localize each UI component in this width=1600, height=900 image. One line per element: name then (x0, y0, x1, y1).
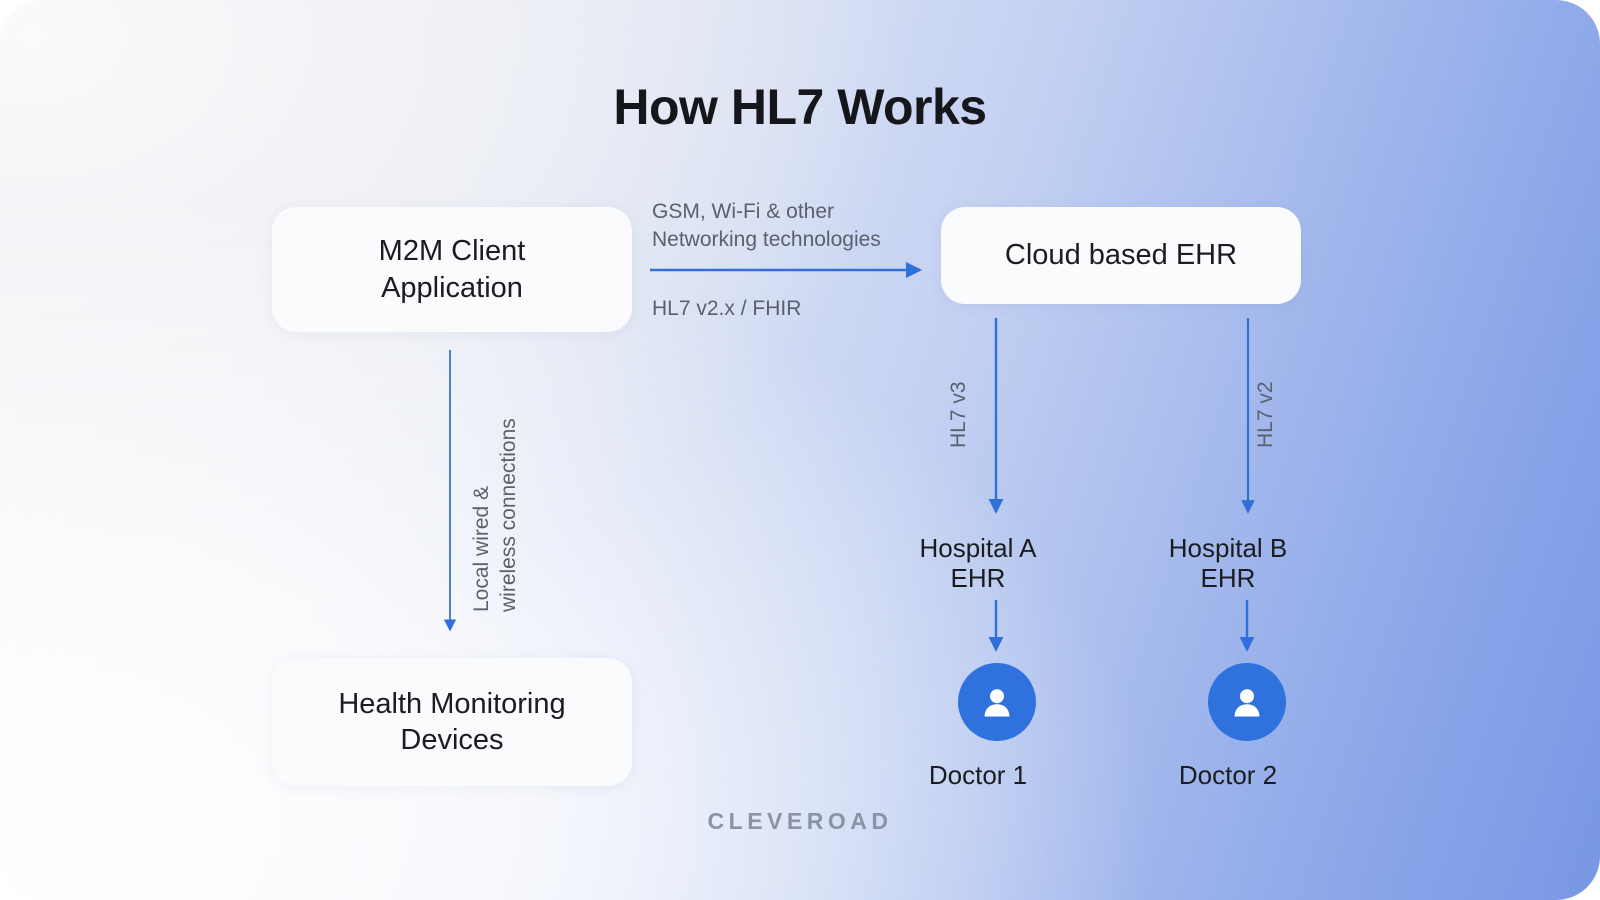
person-icon (1227, 682, 1267, 722)
node-m2m-client-application: M2M Client Application (272, 207, 632, 332)
person-icon (977, 682, 1017, 722)
edge-label-hl7-v3: HL7 v3 (947, 381, 970, 448)
page-title: How HL7 Works (613, 79, 987, 135)
edge-label-local-wired-wireless: Local wired & wireless connections (470, 418, 521, 612)
edge-label-networking-technologies: GSM, Wi-Fi & other Networking technologi… (652, 200, 881, 251)
doctor-2-avatar (1208, 663, 1286, 741)
node-hospital-b-ehr: Hospital B EHR (1168, 533, 1288, 594)
node-doctor-1-label: Doctor 1 (928, 760, 1028, 790)
doctor-1-avatar (958, 663, 1036, 741)
node-cloud-based-ehr: Cloud based EHR (941, 207, 1301, 304)
diagram-canvas: How HL7 Works M2M Client Application Hea… (0, 0, 1600, 900)
edge-label-hl7-v2x-fhir: HL7 v2.x / FHIR (652, 297, 802, 320)
edge-label-hl7-v2: HL7 v2 (1254, 381, 1277, 448)
cleveroad-wordmark: CLEVEROAD (707, 808, 893, 834)
node-hospital-a-ehr: Hospital A EHR (919, 533, 1037, 594)
node-doctor-2-label: Doctor 2 (1178, 760, 1278, 790)
node-health-monitoring-devices: Health Monitoring Devices (272, 658, 632, 786)
